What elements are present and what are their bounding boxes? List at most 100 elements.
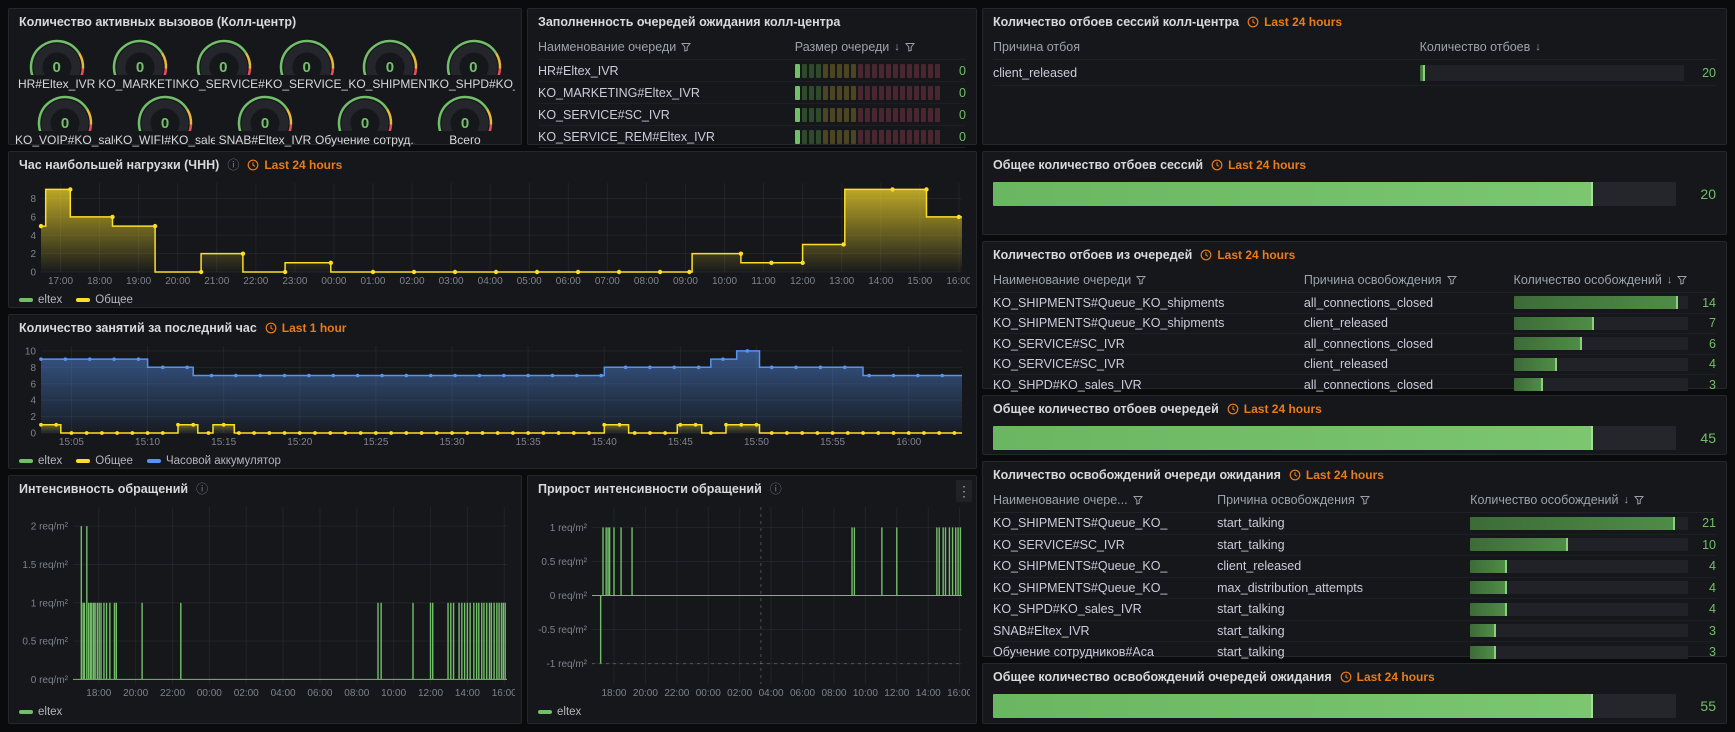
table-row[interactable]: KO_SHIPMENTS#Queue_KO_client_released4 bbox=[993, 556, 1716, 578]
gauge-label: KO_SHPD#KO_sale... bbox=[432, 77, 515, 91]
svg-text:15:40: 15:40 bbox=[592, 437, 617, 448]
column-header-queue-name[interactable]: Наименование очереди bbox=[538, 40, 795, 54]
chnn-chart[interactable]: 17:0018:0019:0020:0021:0022:0023:0000:00… bbox=[17, 178, 970, 287]
svg-text:18:00: 18:00 bbox=[86, 688, 111, 699]
filter-icon[interactable] bbox=[1133, 495, 1143, 505]
table-row[interactable]: KO_SERVICE#SC_IVR0 bbox=[538, 104, 966, 126]
panel-intensity: Интенсивность обращений ⓘ 18:00 20:00 22:0… bbox=[8, 475, 522, 724]
count-bar bbox=[1514, 296, 1688, 309]
queue-size-lcd-gauge bbox=[795, 86, 940, 100]
table-row[interactable]: KO_SHPD#KO_sales_IVRall_connections_clos… bbox=[993, 375, 1716, 396]
table-row[interactable]: Обучение сотрудников#Асаstart_talking3 bbox=[993, 642, 1716, 664]
gauge-label: KO_SERVICE_REM... bbox=[265, 77, 348, 91]
info-icon[interactable]: ⓘ bbox=[196, 483, 208, 495]
svg-text:02:00: 02:00 bbox=[400, 276, 425, 287]
table-row[interactable]: KO_SHIPMENTS#Queue_KO_start_talking21 bbox=[993, 513, 1716, 535]
panel-title[interactable]: Количество освобождений очереди ожидания bbox=[993, 468, 1281, 482]
table-row[interactable]: KO_SERVICE_REM#Eltex_IVR0 bbox=[538, 126, 966, 148]
table-row[interactable]: SNAB#Eltex_IVRstart_talking3 bbox=[993, 621, 1716, 643]
sort-desc-icon[interactable]: ↓ bbox=[1667, 274, 1673, 286]
panel-menu-icon[interactable]: ⋮ bbox=[956, 480, 972, 502]
svg-text:19:00: 19:00 bbox=[126, 276, 151, 287]
prirost-chart[interactable]: 18:0020:0022:0000:0002:0004:0006:0008:00… bbox=[536, 502, 970, 699]
clock-icon bbox=[1227, 403, 1239, 415]
table-row[interactable]: KO_SHIPMENTS#Queue_KO_shipmentsall_conne… bbox=[993, 293, 1716, 314]
column-header-reason[interactable]: Причина освобождения bbox=[1304, 273, 1514, 287]
column-header-queue[interactable]: Наименование очере... bbox=[993, 493, 1217, 507]
table-row[interactable]: KO_SERVICE#SC_IVRclient_released4 bbox=[993, 355, 1716, 376]
svg-text:04:00: 04:00 bbox=[271, 688, 296, 699]
gauge-value: 0 bbox=[215, 115, 315, 132]
gauge-wifi: 0KO_WIFI#KO_sales... bbox=[115, 91, 215, 145]
svg-text:17:00: 17:00 bbox=[48, 276, 73, 287]
svg-text:0 req/m²: 0 req/m² bbox=[550, 591, 588, 602]
filter-icon[interactable] bbox=[1136, 275, 1146, 285]
panel-title[interactable]: Интенсивность обращений bbox=[19, 482, 188, 496]
panel-title[interactable]: Количество занятий за последний час bbox=[19, 321, 257, 335]
panel-title[interactable]: Общее количество отбоев сессий bbox=[993, 158, 1203, 172]
clock-icon bbox=[1340, 671, 1352, 683]
table-row[interactable]: client_released 20 bbox=[993, 60, 1716, 86]
panel-title[interactable]: Час наибольшей нагрузки (ЧНН) bbox=[19, 158, 219, 172]
svg-text:15:55: 15:55 bbox=[820, 437, 845, 448]
zanyatiya-chart[interactable]: 15:0515:1015:1515:2015:2515:3015:3515:40… bbox=[17, 341, 970, 448]
legend-item[interactable]: Часовой аккумулятор bbox=[147, 455, 281, 467]
table-row[interactable]: KO_SHIPMENTS#Queue_KO_shipmentsclient_re… bbox=[993, 314, 1716, 335]
clock-icon bbox=[1289, 469, 1301, 481]
svg-text:16:00: 16:00 bbox=[947, 688, 970, 699]
column-header-queue-size[interactable]: Размер очереди↓ bbox=[795, 40, 966, 54]
svg-text:20:00: 20:00 bbox=[123, 688, 148, 699]
panel-total-queue-rejects: Общее количество отбоев очередей Last 24… bbox=[982, 395, 1727, 455]
panel-title[interactable]: Количество отбоев из очередей bbox=[993, 248, 1192, 262]
table-row[interactable]: KO_SERVICE#SC_IVRstart_talking10 bbox=[993, 535, 1716, 557]
panel-title[interactable]: Количество отбоев сессий колл-центра bbox=[993, 15, 1239, 29]
gauge-total: 0Всего bbox=[415, 91, 515, 145]
svg-text:15:50: 15:50 bbox=[744, 437, 769, 448]
panel-title[interactable]: Общее количество отбоев очередей bbox=[993, 402, 1219, 416]
legend-item[interactable]: Общее bbox=[76, 294, 133, 306]
filter-icon[interactable] bbox=[1360, 495, 1370, 505]
table-row[interactable]: HR#Eltex_IVR0 bbox=[538, 60, 966, 82]
table-row[interactable]: KO_MARKETING#Eltex_IVR0 bbox=[538, 82, 966, 104]
column-header-queue[interactable]: Наименование очереди bbox=[993, 273, 1304, 287]
column-header-count[interactable]: Количество особождений↓ bbox=[1470, 493, 1716, 507]
sort-desc-icon[interactable]: ↓ bbox=[894, 41, 900, 53]
svg-text:12:00: 12:00 bbox=[418, 688, 443, 699]
filter-icon[interactable] bbox=[1634, 495, 1644, 505]
filter-icon[interactable] bbox=[681, 42, 691, 52]
clock-icon bbox=[247, 159, 259, 171]
sort-desc-icon[interactable]: ↓ bbox=[1624, 494, 1630, 506]
legend-item[interactable]: eltex bbox=[538, 706, 581, 718]
sort-desc-icon[interactable]: ↓ bbox=[1535, 41, 1541, 53]
legend-item[interactable]: eltex bbox=[19, 706, 62, 718]
table-row[interactable]: KO_SHPD#KO_sales_IVRstart_talking4 bbox=[993, 599, 1716, 621]
filter-icon[interactable] bbox=[1447, 275, 1457, 285]
panel-title[interactable]: Количество активных вызовов (Колл-центр) bbox=[19, 15, 296, 29]
legend-item[interactable]: Общее bbox=[76, 455, 133, 467]
intensity-chart[interactable]: 18:0020:0022:0000:0002:0004:0006:0008:00… bbox=[17, 502, 515, 699]
gauge-label: KO_SHIPMENTS#... bbox=[348, 77, 431, 91]
column-header-reason[interactable]: Причина освобождения bbox=[1217, 493, 1470, 507]
svg-text:2: 2 bbox=[30, 412, 36, 423]
table-row[interactable]: KO_SHIPMENTS#Queue_KO_max_distribution_a… bbox=[993, 578, 1716, 600]
time-range-indicator: Last 24 hours bbox=[1289, 468, 1384, 482]
panel-title[interactable]: Заполненность очередей ожидания колл-цен… bbox=[538, 15, 840, 29]
info-icon[interactable]: ⓘ bbox=[227, 159, 239, 171]
svg-text:12:00: 12:00 bbox=[884, 688, 909, 699]
panel-title[interactable]: Прирост интенсивности обращений bbox=[538, 482, 762, 496]
table-row[interactable]: KO_SERVICE#SC_IVRall_connections_closed6 bbox=[993, 334, 1716, 355]
filter-icon[interactable] bbox=[1677, 275, 1687, 285]
info-icon[interactable]: ⓘ bbox=[770, 483, 782, 495]
legend-item[interactable]: eltex bbox=[19, 455, 62, 467]
panel-title[interactable]: Общее количество освобождений очередей о… bbox=[993, 670, 1332, 684]
svg-text:22:00: 22:00 bbox=[160, 688, 185, 699]
column-header-count[interactable]: Количество особождений↓ bbox=[1514, 273, 1716, 287]
legend-item[interactable]: eltex bbox=[19, 294, 62, 306]
column-header-reason[interactable]: Причина отбоя bbox=[993, 40, 1420, 54]
filter-icon[interactable] bbox=[905, 42, 915, 52]
svg-text:01:00: 01:00 bbox=[360, 276, 385, 287]
column-header-count[interactable]: Количество отбоев↓ bbox=[1420, 40, 1716, 54]
svg-text:22:00: 22:00 bbox=[243, 276, 268, 287]
svg-text:06:00: 06:00 bbox=[790, 688, 815, 699]
clock-icon bbox=[1211, 159, 1223, 171]
